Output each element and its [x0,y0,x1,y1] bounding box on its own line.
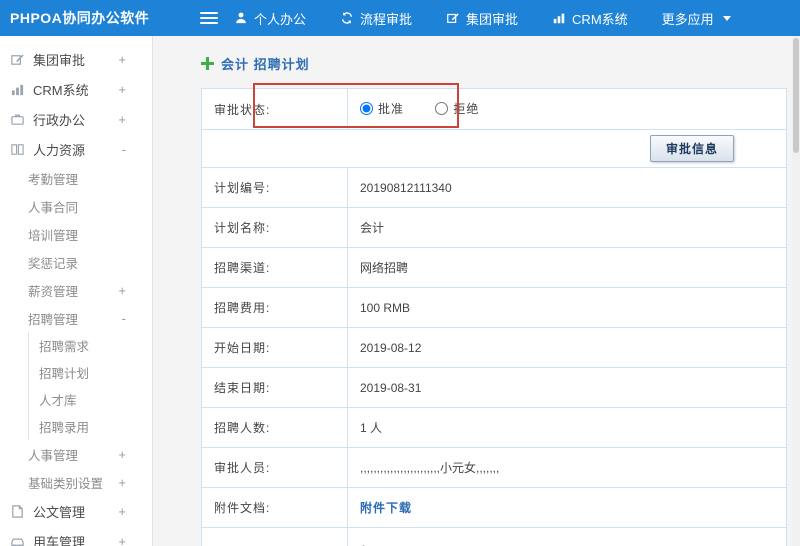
field-value: 网络招聘 [347,247,787,288]
bar-chart-icon [10,82,25,97]
sidebar-item-recruit-plan[interactable]: 招聘计划 [29,359,152,386]
recruit-plan-detail: 审批状态: 批准 拒绝 审批信息 计划编号: 20190812111340 计划… [201,83,787,546]
field-label: 计划编号: [201,167,348,208]
expand-toggle[interactable]: + [118,53,126,66]
sidebar-item-talent-pool[interactable]: 人才库 [29,386,152,413]
field-label: 招聘人数: [201,407,348,448]
field-value: ,,,,,,,,,,,,,,,,,,,,,,,,小元女,,,,,,, [347,447,787,488]
sidebar-item-base-category[interactable]: 基础类别设置 + [0,468,152,496]
field-label: 审批人员: [201,447,348,488]
collapse-toggle[interactable]: - [122,312,126,325]
field-label: 招聘说明: [201,527,348,546]
sidebar-item-training[interactable]: 培训管理 [0,220,152,248]
car-icon [10,534,25,546]
row-recruit-channel: 招聘渠道: 网络招聘 [201,247,787,288]
sidebar-item-group-approval[interactable]: 集团审批 + [0,44,152,74]
expand-toggle[interactable]: + [118,83,126,96]
reject-radio[interactable] [435,102,449,115]
field-value: 100 RMB [347,287,787,328]
collapse-toggle[interactable]: - [122,143,126,156]
app-title: PHPOA协同办公软件 [10,10,150,26]
row-headcount: 招聘人数: 1 人 [201,407,787,448]
topbar: PHPOA协同办公软件 个人办公 流程审批 集团审批 CRM系统 更多应用 [0,0,800,36]
scrollbar-thumb[interactable] [793,38,799,153]
person-icon [234,11,248,25]
add-icon[interactable] [201,57,214,70]
row-description: 招聘说明: 1 2 [201,527,787,546]
sidebar-item-recruitment[interactable]: 招聘管理 - [0,304,152,332]
sidebar-item-hr[interactable]: 人力资源 - [0,134,152,164]
field-label: 结束日期: [201,367,348,408]
sidebar-item-vehicle[interactable]: 用车管理 + [0,526,152,546]
row-start-date: 开始日期: 2019-08-12 [201,327,787,368]
field-value: 1 人 [347,407,787,448]
row-plan-number: 计划编号: 20190812111340 [201,167,787,208]
row-recruit-cost: 招聘费用: 100 RMB [201,287,787,328]
row-approval-info: 审批信息 [201,129,787,168]
sidebar-item-hr-contract[interactable]: 人事合同 [0,192,152,220]
edit-icon [446,11,460,25]
expand-toggle[interactable]: + [118,476,126,489]
sidebar: 集团审批 + CRM系统 + 行政办公 + 人力资源 - 考勤管理 人事合同 培… [0,36,153,546]
briefcase-icon [10,112,25,127]
nav-process-approval[interactable]: 流程审批 [340,9,412,28]
expand-toggle[interactable]: + [118,535,126,546]
approval-info-button[interactable]: 审批信息 [649,135,734,162]
approve-radio-option[interactable]: 批准 [360,100,404,117]
sidebar-item-recruit-demand[interactable]: 招聘需求 [29,332,152,359]
field-label: 附件文档: [201,487,348,528]
field-label: 招聘费用: [201,287,348,328]
sidebar-item-personnel[interactable]: 人事管理 + [0,440,152,468]
process-cycle-icon [340,11,354,25]
sidebar-item-salary[interactable]: 薪资管理 + [0,276,152,304]
sidebar-item-rewards[interactable]: 奖惩记录 [0,248,152,276]
field-value: 20190812111340 [347,167,787,208]
field-value: 1 2 [347,527,787,546]
sidebar-item-admin-office[interactable]: 行政办公 + [0,104,152,134]
sidebar-item-attendance[interactable]: 考勤管理 [0,164,152,192]
expand-toggle[interactable]: + [118,113,126,126]
row-end-date: 结束日期: 2019-08-31 [201,367,787,408]
field-label: 审批状态: [201,88,348,130]
bar-chart-icon [552,11,566,25]
attachment-download-link[interactable]: 附件下载 [360,501,412,515]
main-content: 会计 招聘计划 审批状态: 批准 拒绝 审批信息 计划编号: 201908121… [153,36,800,546]
approve-radio[interactable] [360,102,373,115]
page-title: 会计 招聘计划 [221,57,310,72]
row-approvers: 审批人员: ,,,,,,,,,,,,,,,,,,,,,,,,小元女,,,,,,, [201,447,787,488]
row-plan-name: 计划名称: 会计 [201,207,787,248]
nav-more-apps[interactable]: 更多应用 [662,9,731,28]
sidebar-item-documents[interactable]: 公文管理 + [0,496,152,526]
field-label: 招聘渠道: [201,247,348,288]
field-label: 计划名称: [201,207,348,248]
reject-radio-option[interactable]: 拒绝 [435,100,479,117]
top-navigation: 个人办公 流程审批 集团审批 CRM系统 更多应用 [234,9,731,28]
sidebar-item-recruit-hire[interactable]: 招聘录用 [29,413,152,440]
vertical-scrollbar[interactable] [792,36,800,546]
field-value: 2019-08-31 [347,367,787,408]
recruitment-submenu: 招聘需求 招聘计划 人才库 招聘录用 [28,332,152,440]
field-label: 开始日期: [201,327,348,368]
book-icon [10,142,25,157]
field-value: 2019-08-12 [347,327,787,368]
expand-toggle[interactable]: + [118,284,126,297]
row-attachment: 附件文档: 附件下载 [201,487,787,528]
nav-group-approval[interactable]: 集团审批 [446,9,518,28]
document-icon [10,504,25,519]
menu-icon[interactable] [200,12,218,24]
page-header: 会计 招聘计划 [201,54,786,73]
sidebar-item-crm[interactable]: CRM系统 + [0,74,152,104]
expand-toggle[interactable]: + [118,505,126,518]
edit-icon [10,52,25,67]
chevron-down-icon [722,15,731,21]
row-approval-status: 审批状态: 批准 拒绝 [201,88,787,130]
expand-toggle[interactable]: + [118,448,126,461]
nav-personal-office[interactable]: 个人办公 [234,9,306,28]
nav-crm-system[interactable]: CRM系统 [552,9,628,28]
field-value: 会计 [347,207,787,248]
